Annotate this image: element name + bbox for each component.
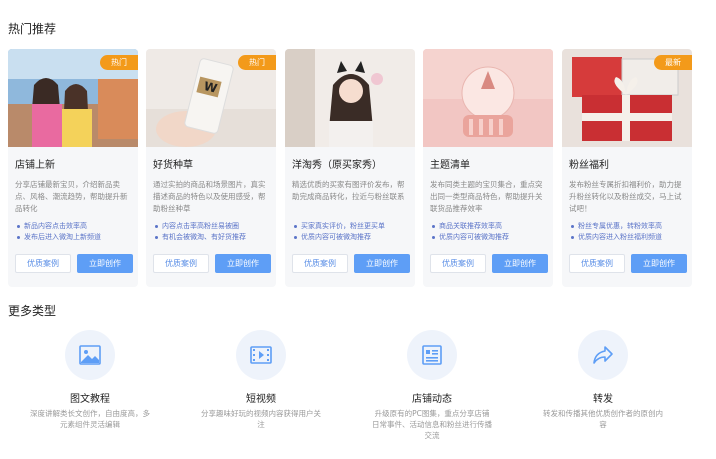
type-description: 升级原有的PC图集，重点分享店铺日常事件、活动信息和粉丝进行传播交流 [372,409,492,440]
hot-section-title: 热门推荐 [8,22,57,36]
type-description: 分享趣味好玩的视频内容获得用户关注 [201,409,321,429]
case-button[interactable]: 优质案例 [430,254,486,273]
card-image [423,49,553,147]
new-badge: 最新 [654,55,692,70]
card-description: 通过实拍的商品和场景图片，真实描述商品的特色以及使用感受，帮助粉丝种草 [153,180,266,213]
card-bullet: 粉丝专属优惠，转粉效率高 [569,221,689,232]
type-name: 店铺动态 [412,394,452,405]
card-description: 发布粉丝专属折扣福利价，助力提升粉丝转化以及粉丝成交，马上试试吧！ [569,180,682,213]
type-name: 短视频 [246,394,276,405]
case-button[interactable]: 优质案例 [153,254,209,273]
hot-cards: 热门 店铺上新 分享店铺最新宝贝，介绍新品卖点、风格、潮流趋势，帮助提升新品转化… [8,49,692,287]
card-description: 发布同类主题的宝贝集合，重点突出同一类型商品特色，帮助提升关联货品推荐效率 [430,180,543,213]
card-image: 热门 [8,49,138,147]
card-theme-list[interactable]: 主题清单 发布同类主题的宝贝集合，重点突出同一类型商品特色，帮助提升关联货品推荐… [423,49,553,287]
type-description: 深度讲解类长文创作，自由度高，多元素组件灵活编辑 [30,409,150,429]
card-buyer-show[interactable]: 洋淘秀（原买家秀） 精选优质的买家有图评价发布，帮助完成商品转化，拉近与粉丝联系… [285,49,415,287]
card-bullets: 粉丝专属优惠，转粉效率高 优质内容进入粉丝福利频道 [569,221,689,243]
card-bullet: 发布后进入微淘上新频道 [15,232,135,243]
type-name: 转发 [593,394,613,405]
card-bullets: 商品关联推荐效率高 优质内容可被微淘推荐 [430,221,550,243]
card-title: 洋淘秀（原买家秀） [292,160,382,171]
hot-badge: 热门 [100,55,138,70]
case-button[interactable]: 优质案例 [292,254,348,273]
card-bullet: 优质内容进入粉丝福利频道 [569,232,689,243]
card-bullet: 商品关联推荐效率高 [430,221,550,232]
type-name: 图文教程 [70,394,110,405]
card-bullet: 有机会被微淘、有好货推荐 [153,232,273,243]
more-types: 图文教程 深度讲解类长文创作，自由度高，多元素组件灵活编辑 短视频 分享趣味好玩… [0,330,716,450]
hot-badge: 热门 [238,55,276,70]
create-button[interactable]: 立即创作 [215,254,271,273]
card-bullet: 优质内容可被微淘推荐 [292,232,412,243]
type-description: 转发和传播其他优质创作者的原创内容 [543,409,663,429]
card-bullets: 新品内容点击效率高 发布后进入微淘上新频道 [15,221,135,243]
video-icon [236,330,286,380]
card-good-product[interactable]: W 热门 好货种草 通过实拍的商品和场景图片，真实描述商品的特色以及使用感受，帮… [146,49,276,287]
card-image: 最新 [562,49,692,147]
more-section-title: 更多类型 [8,304,57,318]
card-description: 分享店铺最新宝贝，介绍新品卖点、风格、潮流趋势，帮助提升新品转化 [15,180,128,213]
card-title: 主题清单 [430,160,470,171]
card-bullet: 买家真实评价，粉丝更买单 [292,221,412,232]
case-button[interactable]: 优质案例 [569,254,625,273]
card-description: 精选优质的买家有图评价发布，帮助完成商品转化，拉近与粉丝联系 [292,180,405,201]
card-bullets: 内容点击率高粉丝易被圈 有机会被微淘、有好货推荐 [153,221,273,243]
card-image [285,49,415,147]
card-store-new[interactable]: 热门 店铺上新 分享店铺最新宝贝，介绍新品卖点、风格、潮流趋势，帮助提升新品转化… [8,49,138,287]
create-button[interactable]: 立即创作 [77,254,133,273]
create-button[interactable]: 立即创作 [492,254,548,273]
card-bullet: 优质内容可被微淘推荐 [430,232,550,243]
card-title: 店铺上新 [15,160,55,171]
card-title: 粉丝福利 [569,160,609,171]
card-bullet: 新品内容点击效率高 [15,221,135,232]
share-icon [578,330,628,380]
card-title: 好货种草 [153,160,193,171]
case-button[interactable]: 优质案例 [15,254,71,273]
card-bullet: 内容点击率高粉丝易被圈 [153,221,273,232]
create-button[interactable]: 立即创作 [631,254,687,273]
image-text-icon [65,330,115,380]
create-button[interactable]: 立即创作 [354,254,410,273]
card-fan-benefit[interactable]: 最新 粉丝福利 发布粉丝专属折扣福利价，助力提升粉丝转化以及粉丝成交，马上试试吧… [562,49,692,287]
card-image: W 热门 [146,49,276,147]
card-bullets: 买家真实评价，粉丝更买单 优质内容可被微淘推荐 [292,221,412,243]
store-news-icon [407,330,457,380]
